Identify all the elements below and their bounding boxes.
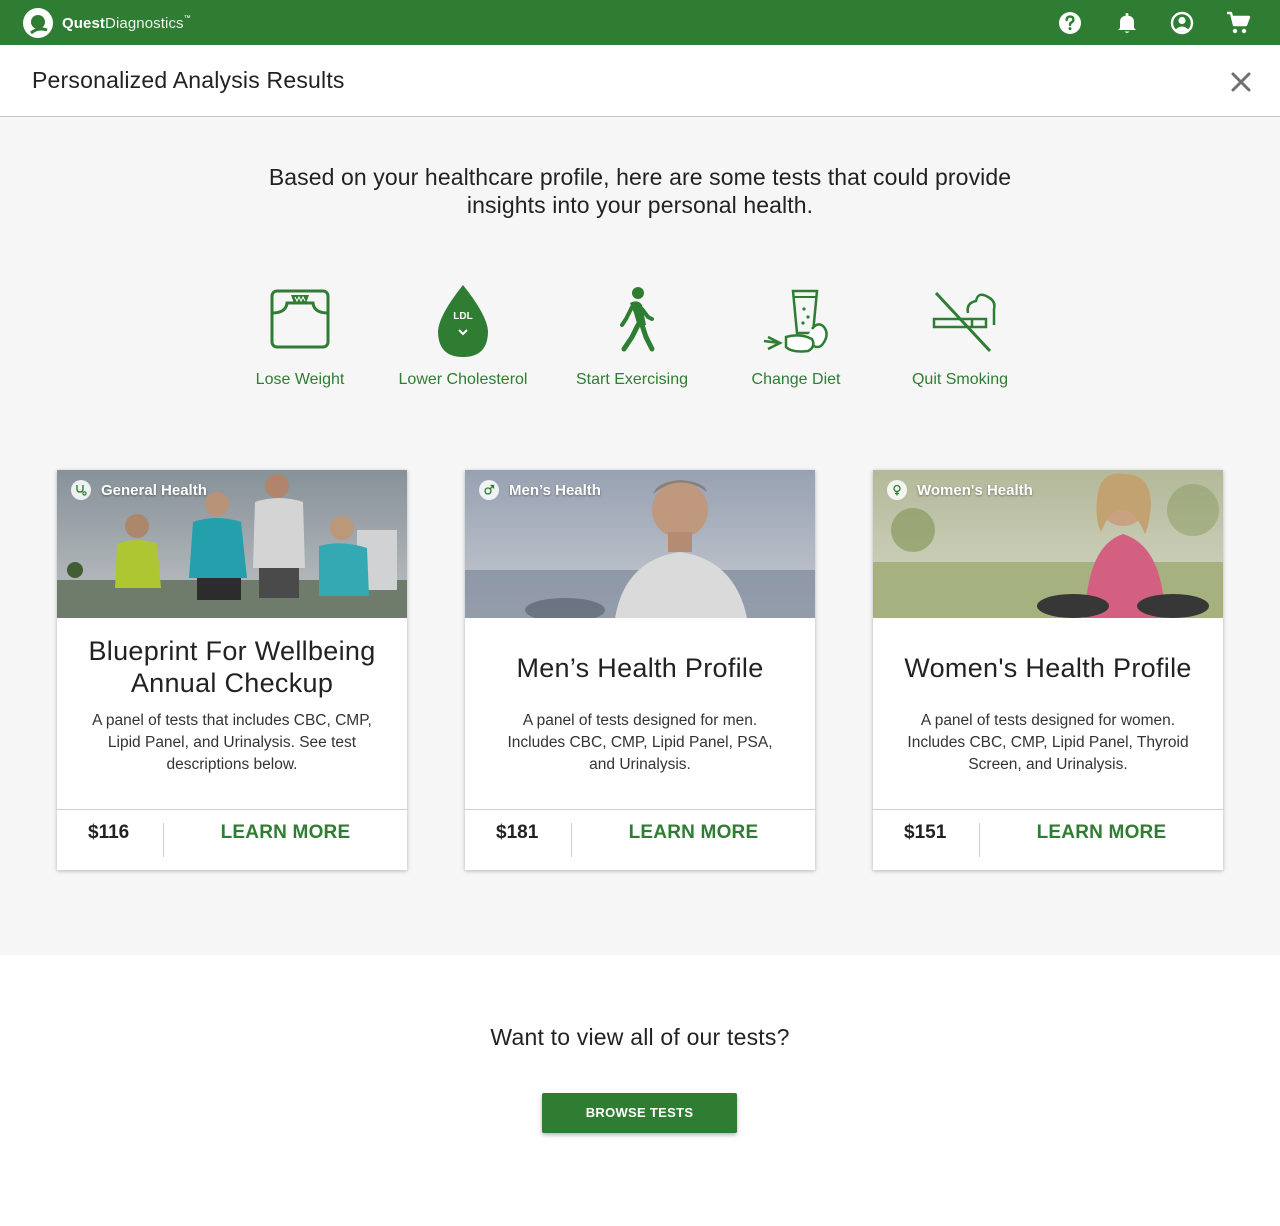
ldl-drop-icon: LDL	[438, 285, 488, 357]
card-image-family-running: General Health	[57, 470, 407, 618]
account-icon[interactable]	[1169, 10, 1195, 36]
goal-quit-smoking[interactable]: Quit Smoking	[875, 285, 1045, 389]
card-desc-line: descriptions below.	[166, 756, 298, 773]
learn-more-link[interactable]: LEARN MORE	[164, 822, 407, 844]
browse-tests-button[interactable]: BROWSE TESTS	[542, 1093, 737, 1133]
card-category-tag: Women's Health	[887, 480, 1033, 500]
quest-logo-icon	[23, 8, 53, 38]
card-title: Women's Health Profile	[883, 652, 1213, 684]
card-title: Men’s Health Profile	[475, 652, 805, 684]
page-header: Personalized Analysis Results	[0, 45, 1280, 117]
goal-label: Lower Cholesterol	[398, 371, 528, 388]
card-description: A panel of tests that includes CBC, CMP,…	[77, 710, 387, 776]
card-title-line: Women's Health Profile	[904, 653, 1192, 683]
card-footer: $116 LEARN MORE	[57, 809, 407, 870]
card-desc-line: Lipid Panel, and Urinalysis. See test	[107, 734, 357, 751]
card-category-tag: Men’s Health	[479, 480, 601, 500]
goal-change-diet[interactable]: Change Diet	[711, 285, 881, 389]
card-desc-line: Includes CBC, CMP, Lipid Panel, Thyroid	[907, 734, 1189, 751]
intro-line: Based on your healthcare profile, here a…	[268, 164, 1012, 190]
product-card-womens-health[interactable]: Women's Health Women's Health Profile A …	[873, 470, 1223, 870]
browse-prompt: Want to view all of our tests?	[490, 1024, 790, 1050]
card-footer: $181 LEARN MORE	[465, 809, 815, 870]
bell-icon[interactable]	[1114, 10, 1140, 36]
intro-line: insights into your personal health.	[466, 192, 814, 218]
goal-lose-weight[interactable]: Lose Weight	[215, 285, 385, 389]
card-desc-line: Screen, and Urinalysis.	[968, 756, 1128, 773]
card-image-woman: Women's Health	[873, 470, 1223, 618]
goal-start-exercising[interactable]: Start Exercising	[547, 285, 717, 389]
card-desc-line: and Urinalysis.	[589, 756, 691, 773]
diet-icon	[763, 289, 828, 353]
card-desc-line: A panel of tests that includes CBC, CMP,	[92, 712, 372, 729]
price: $116	[88, 822, 130, 843]
card-category-tag: General Health	[71, 480, 207, 500]
male-symbol-icon	[479, 480, 499, 500]
card-title-line: Blueprint For Wellbeing	[88, 636, 376, 666]
card-desc-line: A panel of tests designed for men.	[522, 712, 758, 729]
card-description: A panel of tests designed for women. Inc…	[893, 710, 1203, 776]
quest-logo[interactable]: QuestDiagnostics™	[22, 7, 191, 39]
card-title-line: Annual Checkup	[130, 668, 334, 698]
card-image-man: Men’s Health	[465, 470, 815, 618]
goal-label: Change Diet	[751, 371, 841, 388]
ldl-icon-text: LDL	[453, 311, 472, 322]
brand-name: QuestDiagnostics™	[62, 14, 191, 32]
card-title-line: Men’s Health Profile	[516, 653, 764, 683]
learn-more-link[interactable]: LEARN MORE	[980, 822, 1223, 844]
female-symbol-icon	[887, 480, 907, 500]
goal-label: Lose Weight	[255, 371, 345, 388]
page-title: Personalized Analysis Results	[32, 67, 345, 93]
card-description: A panel of tests designed for men. Inclu…	[485, 710, 795, 776]
no-smoking-icon	[932, 291, 996, 353]
close-icon[interactable]	[1228, 69, 1254, 95]
card-desc-line: A panel of tests designed for women.	[920, 712, 1176, 729]
product-card-general-health[interactable]: General Health Blueprint For Wellbeing A…	[57, 470, 407, 870]
goal-label: Start Exercising	[575, 371, 689, 388]
card-tag-label: General Health	[101, 481, 207, 499]
intro-text: Based on your healthcare profile, here a…	[240, 163, 1040, 219]
card-title: Blueprint For Wellbeing Annual Checkup	[67, 635, 397, 699]
price: $151	[904, 822, 947, 843]
scale-icon	[270, 289, 330, 349]
goal-lower-cholesterol[interactable]: LDL Lower Cholesterol	[378, 285, 548, 389]
goal-label: Quit Smoking	[911, 371, 1009, 388]
card-footer: $151 LEARN MORE	[873, 809, 1223, 870]
card-tag-label: Men’s Health	[509, 481, 601, 499]
product-card-mens-health[interactable]: Men’s Health Men’s Health Profile A pane…	[465, 470, 815, 870]
cart-icon[interactable]	[1225, 10, 1251, 36]
stethoscope-icon	[71, 480, 91, 500]
card-tag-label: Women's Health	[917, 481, 1033, 499]
price: $181	[496, 822, 539, 843]
walking-person-icon	[620, 287, 655, 352]
help-icon[interactable]	[1057, 10, 1083, 36]
card-desc-line: Includes CBC, CMP, Lipid Panel, PSA,	[507, 734, 773, 751]
learn-more-link[interactable]: LEARN MORE	[572, 822, 815, 844]
top-navbar: QuestDiagnostics™	[0, 0, 1280, 45]
recommendations-section: Based on your healthcare profile, here a…	[0, 117, 1280, 955]
